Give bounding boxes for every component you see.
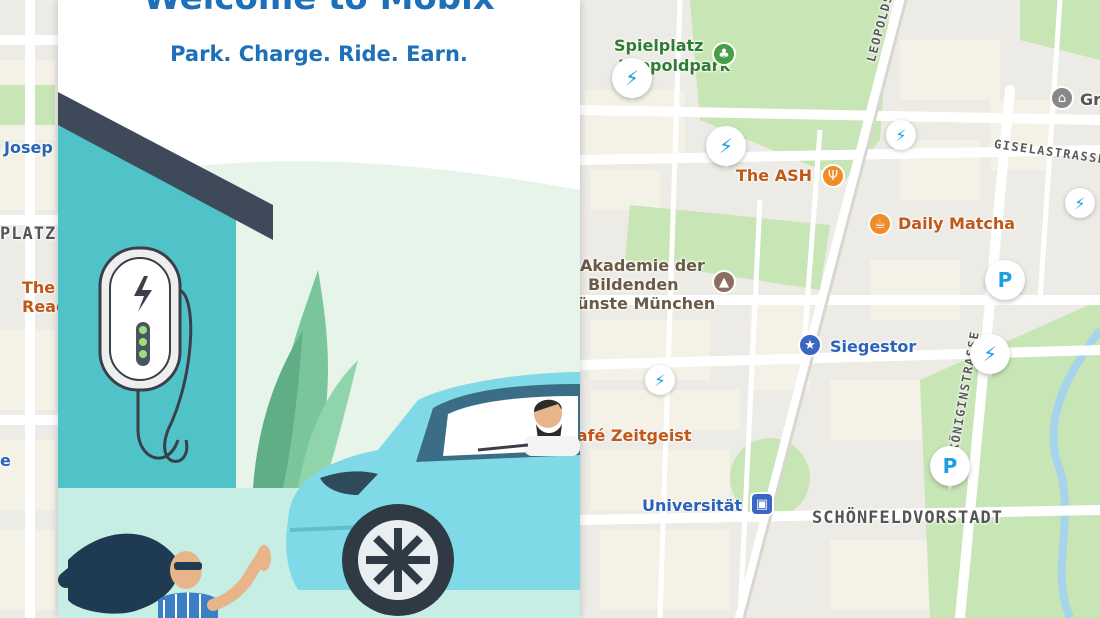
charging-station-marker[interactable]: ⚡ xyxy=(1065,188,1095,218)
schoenfeldvorstadt-label: SCHÖNFELDVORSTADT xyxy=(812,508,1003,528)
daily-matcha-label: Daily Matcha xyxy=(898,214,1016,233)
cafe-zeitgeist-label: Café Zeitgeist xyxy=(565,426,692,445)
akademie-label-2: Bildenden xyxy=(588,275,679,294)
ev-charging-illustration xyxy=(58,92,580,618)
charging-station-pin[interactable]: ⚡ xyxy=(706,126,746,174)
universitaet-label: Universität xyxy=(642,496,743,515)
the-ash-label: The ASH xyxy=(736,166,813,185)
train-icon[interactable]: ▣ xyxy=(750,492,774,516)
tree-icon[interactable]: ♣ xyxy=(712,42,736,66)
star-icon[interactable]: ★ xyxy=(798,333,822,357)
charging-station-pin[interactable]: ⚡ xyxy=(970,334,1010,382)
parking-pin[interactable]: P xyxy=(985,260,1025,308)
welcome-modal: Welcome to Mobix Park. Charge. Ride. Ear… xyxy=(58,0,580,618)
josep-label: Josep xyxy=(4,138,53,157)
charging-station-pin[interactable]: ⚡ xyxy=(612,58,652,106)
spielplatz-label: Spielplatz xyxy=(614,36,704,55)
fork-knife-icon[interactable]: Ψ xyxy=(821,164,845,188)
parking-pin[interactable]: P xyxy=(930,446,970,494)
graduation-cap-icon[interactable]: ▲ xyxy=(712,270,736,294)
gr-label: Gr xyxy=(1080,90,1100,109)
building-icon[interactable]: ⌂ xyxy=(1050,86,1074,110)
welcome-tagline: Park. Charge. Ride. Earn. xyxy=(170,42,468,66)
cup-icon[interactable]: ☕ xyxy=(868,212,892,236)
welcome-title: Welcome to Mobix xyxy=(58,0,580,18)
akademie-label-3: Künste München xyxy=(565,294,716,313)
the-label: The xyxy=(22,278,56,297)
platz-label: PLATZ xyxy=(0,224,57,244)
charging-station-marker[interactable]: ⚡ xyxy=(645,365,675,395)
e-label: e xyxy=(0,451,11,470)
siegestor-label: Siegestor xyxy=(830,337,917,356)
charging-station-marker[interactable]: ⚡ xyxy=(886,120,916,150)
akademie-label-1: Akademie der xyxy=(580,256,705,275)
